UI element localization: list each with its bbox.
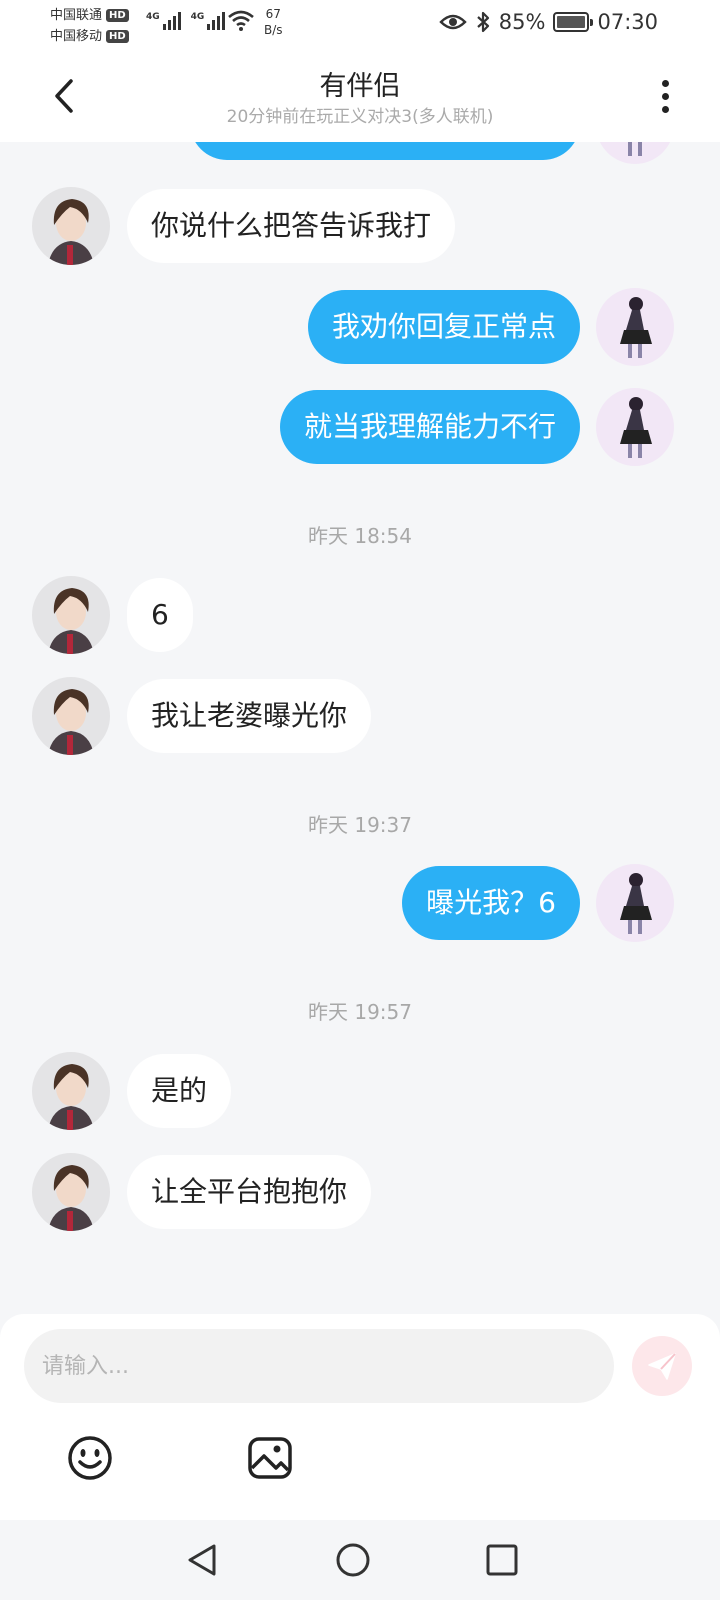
chat-header: 有伴侣 20分钟前在玩正义对决3(多人联机) — [0, 52, 720, 142]
peer-avatar[interactable] — [32, 576, 110, 654]
message-bubble-outgoing[interactable]: 就当我理解能力不行 — [279, 390, 580, 464]
circle-home-icon — [336, 1543, 370, 1577]
bluetooth-icon — [477, 11, 489, 33]
dot-icon — [661, 105, 669, 113]
signal-icon: 4G — [146, 12, 181, 30]
peer-avatar[interactable] — [32, 1052, 110, 1130]
chat-title: 有伴侣 — [319, 71, 401, 102]
message-bubble-incoming[interactable]: 是的 — [127, 1054, 232, 1128]
triangle-back-icon — [188, 1544, 216, 1576]
hd-badge: HD — [106, 30, 129, 43]
message-bubble-incoming[interactable]: 我让老婆曝光你 — [127, 679, 372, 753]
image-icon — [248, 1437, 292, 1479]
timestamp-divider: 昨天 19:57 — [308, 1000, 412, 1024]
peer-avatar[interactable] — [32, 187, 110, 265]
nav-recents-button[interactable] — [480, 1538, 524, 1582]
battery-percent: 85% — [498, 10, 546, 34]
square-recents-icon — [486, 1544, 518, 1576]
emoji-button[interactable] — [66, 1434, 114, 1482]
eye-icon — [439, 14, 467, 30]
message-bubble-outgoing[interactable]: 我劝你回复正常点 — [307, 290, 580, 364]
carrier-2-name: 中国移动 — [50, 29, 103, 44]
message-bubble-partial[interactable] — [190, 142, 580, 160]
peer-avatar-icon — [48, 1064, 94, 1130]
speed-value: 67 — [265, 7, 281, 21]
network-type-label: 4G — [190, 12, 205, 22]
my-avatar[interactable] — [596, 864, 674, 942]
send-button[interactable] — [632, 1336, 692, 1396]
hd-badge: HD — [106, 9, 129, 22]
message-list[interactable]: 你说什么把答告诉我打 我劝你回复正常点 就当我理解能力不行 昨天 18:54 6 — [0, 142, 720, 1314]
wifi-icon — [228, 10, 254, 31]
message-composer — [0, 1314, 720, 1520]
send-icon — [648, 1353, 676, 1380]
carrier-1-name: 中国联通 — [50, 8, 103, 23]
my-avatar[interactable] — [596, 142, 674, 164]
peer-avatar-icon — [48, 199, 94, 265]
message-bubble-incoming[interactable]: 6 — [127, 578, 193, 652]
battery-icon — [553, 12, 594, 32]
user-avatar-icon — [620, 297, 652, 358]
peer-avatar-icon — [48, 689, 94, 755]
user-avatar-icon — [620, 873, 652, 934]
message-input[interactable] — [24, 1329, 614, 1403]
peer-avatar[interactable] — [32, 677, 110, 755]
peer-avatar-icon — [48, 588, 94, 654]
signal-icon: 4G — [191, 12, 226, 30]
message-bubble-incoming[interactable]: 让全平台抱抱你 — [127, 1155, 372, 1229]
chat-status: 20分钟前在玩正义对决3(多人联机) — [226, 107, 494, 127]
system-nav-bar — [0, 1520, 720, 1600]
dot-icon — [661, 92, 669, 100]
user-avatar-icon — [620, 397, 652, 458]
status-bar: 中国联通 HD 中国移动 HD 4G 4G 67 B/s 85% 07:30 — [0, 0, 720, 52]
my-avatar[interactable] — [596, 288, 674, 366]
message-bubble-incoming[interactable]: 你说什么把答告诉我打 — [127, 189, 456, 263]
nav-back-button[interactable] — [180, 1538, 224, 1582]
network-type-label: 4G — [146, 12, 160, 22]
timestamp-divider: 昨天 18:54 — [308, 524, 412, 548]
status-time: 07:30 — [597, 10, 658, 34]
peer-avatar[interactable] — [32, 1153, 110, 1231]
image-picker-button[interactable] — [246, 1434, 294, 1482]
user-avatar-icon — [628, 142, 642, 156]
speed-unit: B/s — [264, 23, 283, 37]
dot-icon — [661, 79, 669, 87]
more-options-button[interactable] — [650, 74, 680, 118]
carrier-info: 中国联通 HD 中国移动 HD — [50, 5, 129, 47]
my-avatar[interactable] — [596, 388, 674, 466]
nav-home-button[interactable] — [331, 1538, 375, 1582]
network-speed: 67 B/s — [264, 6, 283, 38]
peer-avatar-icon — [48, 1165, 94, 1231]
timestamp-divider: 昨天 19:37 — [308, 813, 412, 837]
smiley-icon — [68, 1436, 112, 1480]
message-bubble-outgoing[interactable]: 曝光我？6 — [402, 866, 580, 940]
